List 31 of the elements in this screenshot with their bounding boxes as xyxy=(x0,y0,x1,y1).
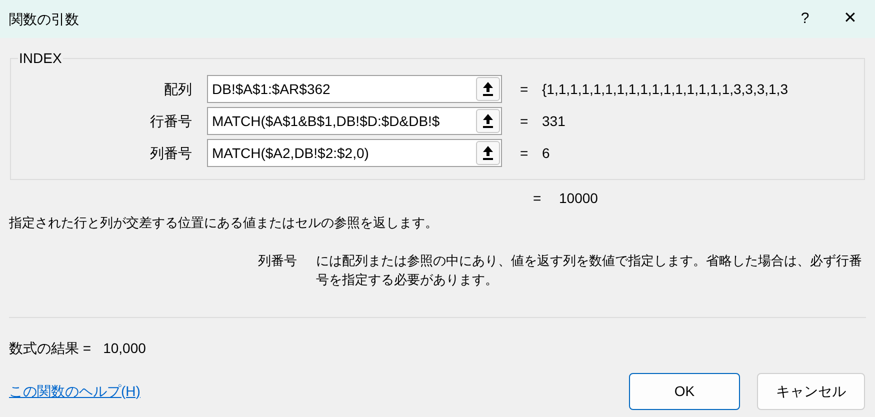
equals-sign: = xyxy=(533,189,542,208)
collapse-button[interactable] xyxy=(476,109,500,133)
argument-result: {1,1,1,1,1,1,1,1,1,1,1,1,1,1,1,1,3,3,3,1,3 xyxy=(542,80,788,99)
equals-sign: = xyxy=(520,80,530,98)
collapse-button[interactable] xyxy=(476,141,500,165)
argument-label: 配列 xyxy=(163,80,193,98)
argument-field[interactable]: DB!$A$1:$AR$362 xyxy=(207,75,502,103)
argument-label: 列番号 xyxy=(149,144,193,162)
close-button[interactable]: ✕ xyxy=(825,0,875,38)
help-link[interactable]: この関数のヘルプ(H) xyxy=(9,380,629,402)
help-button[interactable]: ? xyxy=(785,0,825,38)
argument-field[interactable]: MATCH($A2,DB!$2:$2,0) xyxy=(207,139,502,167)
collapse-arrow-icon xyxy=(483,114,493,128)
argument-result: 6 xyxy=(542,144,550,162)
dialog-button[interactable]: キャンセル xyxy=(757,372,865,410)
window-title: 関数の引数 xyxy=(9,10,80,28)
argument-name: 列番号 xyxy=(258,252,298,270)
function-result: 10000 xyxy=(559,189,598,208)
argument-field[interactable]: MATCH($A$1&B$1,DB!$D:$D&DB!$ xyxy=(207,107,502,135)
equals-sign: = xyxy=(520,112,530,130)
equals-sign: = xyxy=(520,144,530,162)
collapse-arrow-icon xyxy=(483,82,493,96)
argument-result: 331 xyxy=(542,112,566,130)
formula-result-value: 10,000 xyxy=(103,338,146,358)
dialog-button[interactable]: OK xyxy=(629,372,740,410)
collapse-arrow-icon xyxy=(483,146,493,160)
collapse-button[interactable] xyxy=(476,77,500,101)
formula-result-label: 数式の結果 = xyxy=(9,338,92,358)
function-description: 指定された行と列が交差する位置にある値またはセルの参照を返します。 xyxy=(9,214,439,232)
argument-help-text: には配列または参照の中にあり、値を返す列を数値で指定します。省略した場合は、必ず行番号を指定する必要があります。 xyxy=(316,252,863,288)
argument-label: 行番号 xyxy=(149,112,193,130)
